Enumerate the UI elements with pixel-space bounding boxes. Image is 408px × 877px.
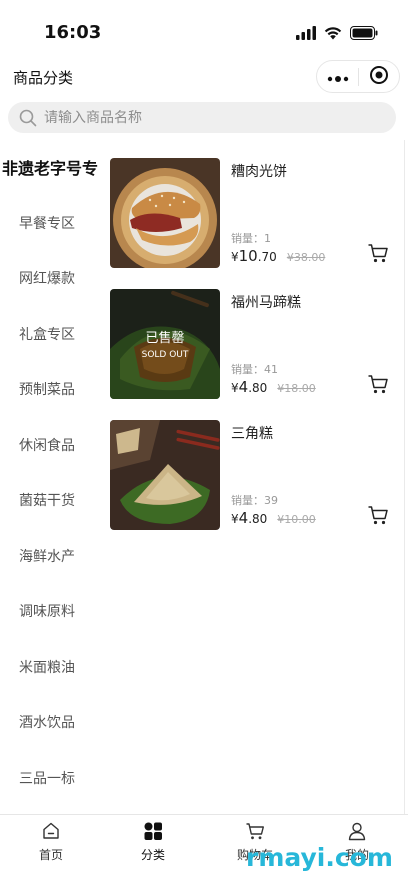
- sidebar-item-prepared-dishes[interactable]: 预制菜品: [0, 369, 98, 409]
- user-icon: [347, 821, 367, 841]
- page-title: 商品分类: [13, 69, 74, 87]
- currency-symbol: ¥: [231, 512, 239, 526]
- product-sales: 销量：41: [231, 363, 278, 376]
- product-name: 三角糕: [231, 426, 273, 442]
- tab-label: 分类: [140, 848, 165, 862]
- cart-icon: [367, 244, 389, 268]
- product-sales: 销量：39: [231, 494, 278, 507]
- search-icon: [18, 108, 38, 128]
- price-integer: 4: [238, 509, 249, 527]
- nav-bar: 商品分类: [0, 58, 408, 96]
- add-to-cart-button[interactable]: [367, 504, 389, 526]
- sidebar-item-trending[interactable]: 网红爆款: [0, 258, 98, 298]
- add-to-cart-button[interactable]: [367, 373, 389, 395]
- sidebar-item-heritage[interactable]: 非遗老字号专区: [0, 147, 98, 187]
- sidebar-item-label: 预制菜品: [19, 382, 75, 398]
- currency-symbol: ¥: [231, 381, 239, 395]
- sidebar-item-label: 三品一标: [19, 771, 75, 787]
- sidebar-item-certified[interactable]: 三品一标: [0, 758, 98, 798]
- sidebar-item-label: 菌菇干货: [19, 493, 75, 509]
- sold-out-label: 已售罄: [145, 331, 185, 346]
- currency-symbol: ¥: [231, 250, 239, 264]
- product-price: ¥4.80 ¥10.00: [231, 508, 316, 527]
- target-icon: [369, 65, 389, 89]
- tab-label: 首页: [38, 848, 63, 862]
- product-card[interactable]: 糟肉光饼 销量：1 ¥10.70 ¥38.00: [110, 158, 400, 268]
- tab-home[interactable]: 首页: [0, 815, 102, 877]
- price-decimal: .80: [248, 512, 268, 526]
- content-divider: [404, 140, 405, 814]
- category-sidebar: 非遗老字号专区 早餐专区 网红爆款 礼盒专区 预制菜品 休闲食品 菌菇干货 海鲜…: [0, 140, 98, 814]
- status-bar: 16:03: [0, 0, 408, 58]
- product-card[interactable]: 三角糕 销量：39 ¥4.80 ¥10.00: [110, 420, 400, 530]
- home-icon: [41, 821, 61, 841]
- signal-icon: [296, 25, 316, 44]
- price-decimal: .70: [257, 250, 277, 264]
- sidebar-item-label: 酒水饮品: [19, 715, 75, 731]
- sidebar-item-label: 海鲜水产: [19, 549, 75, 565]
- close-mini-program-button[interactable]: [359, 61, 399, 92]
- product-image: 已售罄 SOLD OUT: [110, 289, 220, 399]
- sidebar-item-label: 休闲食品: [19, 438, 75, 454]
- product-image: [110, 158, 220, 268]
- more-button[interactable]: [317, 61, 358, 92]
- sidebar-item-seafood[interactable]: 海鲜水产: [0, 536, 98, 576]
- sidebar-item-label: 网红爆款: [19, 271, 75, 287]
- cart-icon: [367, 506, 389, 530]
- status-icons: [296, 25, 378, 44]
- sidebar-item-label: 米面粮油: [19, 660, 75, 676]
- sidebar-item-seasonings[interactable]: 调味原料: [0, 591, 98, 631]
- add-to-cart-button[interactable]: [367, 242, 389, 264]
- sidebar-item-drinks[interactable]: 酒水饮品: [0, 702, 98, 742]
- product-card[interactable]: 已售罄 SOLD OUT 福州马蹄糕 销量：41 ¥4.80 ¥18.00: [110, 289, 400, 399]
- price-integer: 4: [238, 378, 249, 396]
- sidebar-item-snacks[interactable]: 休闲食品: [0, 425, 98, 465]
- original-price: ¥10.00: [277, 513, 316, 526]
- sidebar-item-label: 早餐专区: [19, 216, 75, 232]
- product-name: 糟肉光饼: [231, 164, 287, 180]
- product-sales: 销量：1: [231, 232, 271, 245]
- cart-icon: [367, 375, 389, 399]
- battery-icon: [350, 25, 378, 44]
- search-bar: [8, 102, 396, 133]
- product-image: [110, 420, 220, 530]
- sidebar-item-label: 非遗老字号专区: [2, 159, 98, 178]
- wifi-icon: [324, 25, 342, 44]
- sold-out-english: SOLD OUT: [141, 350, 189, 360]
- more-dots-icon: [327, 67, 349, 86]
- price-integer: 10: [238, 247, 258, 265]
- original-price: ¥18.00: [277, 382, 316, 395]
- cart-icon: [245, 821, 265, 841]
- original-price: ¥38.00: [286, 251, 326, 264]
- price-decimal: .80: [248, 381, 268, 395]
- category-icon: [143, 821, 163, 841]
- watermark: rmayi.com: [246, 843, 393, 872]
- tab-category[interactable]: 分类: [102, 815, 204, 877]
- sidebar-item-label: 礼盒专区: [19, 327, 75, 343]
- sidebar-item-dried-mushrooms[interactable]: 菌菇干货: [0, 480, 98, 520]
- search-input[interactable]: [44, 109, 364, 126]
- sidebar-item-breakfast[interactable]: 早餐专区: [0, 203, 98, 243]
- sidebar-item-grain-oil[interactable]: 米面粮油: [0, 647, 98, 687]
- mini-program-capsule: [316, 60, 400, 93]
- product-name: 福州马蹄糕: [231, 295, 301, 311]
- status-time: 16:03: [44, 22, 102, 43]
- sidebar-item-label: 调味原料: [19, 604, 75, 620]
- product-price: ¥10.70 ¥38.00: [231, 246, 325, 265]
- product-price: ¥4.80 ¥18.00: [231, 377, 316, 396]
- sidebar-item-gift-box[interactable]: 礼盒专区: [0, 314, 98, 354]
